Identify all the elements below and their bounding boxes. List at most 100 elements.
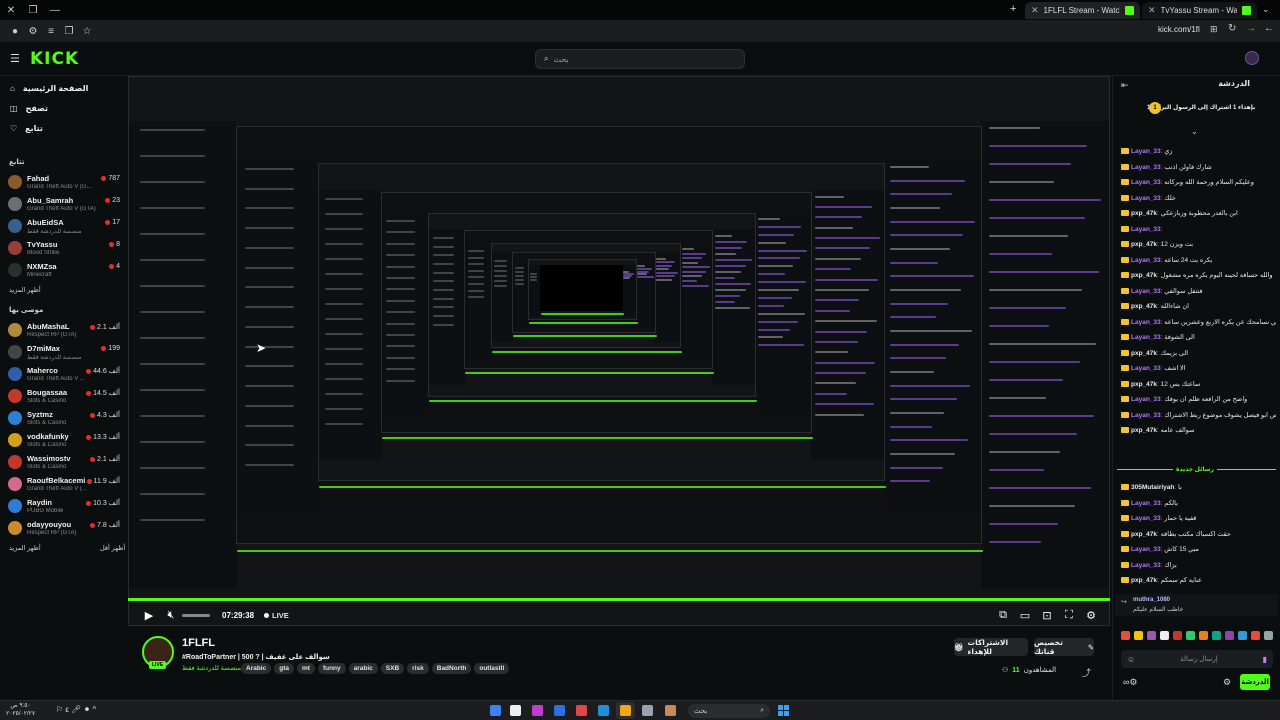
sidebar-item-browse[interactable]: ◫ تصفح — [10, 104, 48, 113]
taskbar-search[interactable]: بحث ⌕ — [688, 704, 770, 718]
play-icon[interactable]: ▶ — [138, 604, 160, 626]
share-icon[interactable]: ⤴ — [1082, 666, 1091, 679]
channel-item[interactable]: odayyouyou Respect RP (GTA) 7.8 ألف — [8, 518, 120, 540]
chat-send-button[interactable]: الدردشة — [1240, 674, 1270, 690]
emoji-icon[interactable]: ☺ — [1127, 655, 1135, 664]
taskbar-app-icon[interactable] — [598, 705, 609, 716]
chat-username[interactable]: 305Mutairiyah — [1131, 484, 1174, 491]
customize-channel-button[interactable]: تخصيص قناتك ✎ — [1034, 638, 1094, 656]
emote-icon[interactable] — [1212, 631, 1221, 640]
chat-username[interactable]: pxp_47k — [1131, 303, 1157, 310]
taskbar-app-icon[interactable] — [642, 705, 653, 716]
mic-icon[interactable]: ▮ — [1263, 655, 1267, 664]
channel-item[interactable]: RaoufBelkacemi Grand Theft Auto V (... 1… — [8, 474, 120, 496]
taskbar-app-icon[interactable] — [620, 705, 631, 716]
stream-tag[interactable]: outlastll — [474, 663, 510, 674]
chat-username[interactable]: Layan_33 — [1131, 562, 1161, 569]
new-tab-icon[interactable]: + — [1010, 3, 1016, 15]
chat-username[interactable]: pxp_47k — [1131, 210, 1157, 217]
extensions-icon[interactable]: ⚙ — [24, 20, 42, 42]
chat-username[interactable]: Layan_33 — [1131, 396, 1161, 403]
tab-menu-icon[interactable]: ⌄ — [1262, 4, 1270, 15]
close-window-icon[interactable]: ✕ — [0, 0, 22, 20]
taskbar-app-icon[interactable] — [576, 705, 587, 716]
chat-username[interactable]: Layan_33 — [1131, 195, 1161, 202]
stream-tag[interactable]: risk — [407, 663, 429, 674]
copy-icon[interactable]: ❐ — [60, 20, 78, 42]
emote-icon[interactable] — [1186, 631, 1195, 640]
channel-item[interactable]: D7miMax منصسة للدردشة فقط 199 — [8, 342, 120, 364]
chat-username[interactable]: pxp_47k — [1131, 577, 1157, 584]
taskbar-app-icon[interactable] — [532, 705, 543, 716]
forward-icon[interactable]: → — [1246, 23, 1256, 34]
expand-pinned-icon[interactable]: ⌄ — [1191, 127, 1198, 136]
chat-username[interactable]: pxp_47k — [1131, 241, 1157, 248]
emote-icon[interactable] — [1147, 631, 1156, 640]
tab-tvyassu[interactable]: ✕ TvYassu Stream - Watch Live on Kick — [1142, 2, 1257, 19]
channel-item[interactable]: TvYassu Blood Strike 8 — [8, 238, 120, 260]
emote-icon[interactable] — [1264, 631, 1273, 640]
emote-icon[interactable] — [1121, 631, 1130, 640]
emote-icon[interactable] — [1134, 631, 1143, 640]
back-icon[interactable]: ← — [1264, 23, 1274, 34]
emote-icon[interactable] — [1251, 631, 1260, 640]
chat-username[interactable]: pxp_47k — [1131, 350, 1157, 357]
chat-settings-icon[interactable]: ⚙ — [1223, 677, 1231, 688]
kick-logo[interactable]: KICK — [30, 49, 79, 69]
volume-icon[interactable]: 🔇︎ — [160, 604, 182, 626]
video-progress-bar[interactable] — [128, 598, 1110, 601]
chat-username[interactable]: Layan_33 — [1131, 365, 1161, 372]
chat-username[interactable]: Layan_33 — [1131, 412, 1161, 419]
sidebar-icon[interactable]: ≡ — [42, 20, 60, 42]
chat-username[interactable]: pxp_47k — [1131, 381, 1157, 388]
channel-item[interactable]: Raydin PUBG Mobile 10.3 ألف — [8, 496, 120, 518]
emote-icon[interactable] — [1238, 631, 1247, 640]
chat-username[interactable]: Layan_33 — [1131, 334, 1161, 341]
stream-category[interactable]: منصسة للدردشة فقط — [182, 664, 241, 672]
show-less-recommended[interactable]: أظهر أقل — [100, 544, 125, 552]
chat-username[interactable]: pxp_47k — [1131, 531, 1157, 538]
chat-username[interactable]: Layan_33 — [1131, 500, 1161, 507]
user-avatar[interactable] — [1245, 51, 1259, 65]
video-player[interactable]: ➤ — [128, 76, 1110, 626]
restore-window-icon[interactable]: ❐ — [22, 0, 44, 20]
theater-icon[interactable]: ▭ — [1014, 604, 1036, 626]
taskbar-app-icon[interactable] — [554, 705, 565, 716]
emote-icon[interactable] — [1225, 631, 1234, 640]
emote-icon[interactable] — [1160, 631, 1169, 640]
chat-users-icon[interactable]: ∞⚙ — [1123, 677, 1137, 688]
settings-icon[interactable]: ⚙ — [1080, 604, 1102, 626]
sidebar-item-following[interactable]: ♡ تتابع — [10, 124, 43, 133]
channel-item[interactable]: AbuMashaL Respect RP (GTA) 2.1 ألف — [8, 320, 120, 342]
taskbar-app-icon[interactable] — [490, 705, 501, 716]
chat-username[interactable]: Layan_33 — [1131, 179, 1161, 186]
chat-username[interactable]: pxp_47k — [1131, 272, 1157, 279]
stream-tag[interactable]: mt — [296, 663, 315, 674]
emote-icon[interactable] — [1199, 631, 1208, 640]
channel-item[interactable]: Maherco Grand Theft Auto V ... 44.6 ألف — [8, 364, 120, 386]
close-tab-icon[interactable]: ✕ — [1148, 5, 1156, 16]
channel-item[interactable]: AbuEidSA منصسة للدردشة فقط 17 — [8, 216, 120, 238]
subscribe-gift-button[interactable]: 🎁︎ الاشتراكات للإهداء — [954, 638, 1028, 656]
stream-tag[interactable]: BadNorth — [431, 663, 472, 674]
sidebar-item-home[interactable]: ⌂ الصفحة الرئيسية — [10, 84, 88, 93]
stream-tag[interactable]: Arabic — [241, 663, 272, 674]
chat-username[interactable]: Layan_33 — [1131, 546, 1161, 553]
show-more-following[interactable]: أظهر المزيد — [9, 286, 41, 294]
chat-username[interactable]: pxp_47k — [1131, 427, 1157, 434]
search-input[interactable]: ⌕ بحث — [535, 49, 745, 69]
close-tab-icon[interactable]: ✕ — [1031, 5, 1039, 16]
stream-tag[interactable]: gta — [274, 663, 294, 674]
stream-tag[interactable]: SXB — [380, 663, 405, 674]
cast-icon[interactable]: ⊡ — [1036, 604, 1058, 626]
taskbar-app-icon[interactable] — [510, 705, 521, 716]
reload-icon[interactable]: ↻ — [1228, 23, 1236, 34]
chat-username[interactable]: Layan_33 — [1131, 515, 1161, 522]
stream-tag[interactable]: arabic — [348, 663, 378, 674]
channel-item[interactable]: Fahad Grand Theft Auto V (G... 787 — [8, 172, 120, 194]
menu-icon[interactable]: ☰ — [10, 52, 20, 65]
taskbar-app-icon[interactable] — [665, 705, 676, 716]
minimize-window-icon[interactable]: — — [44, 0, 66, 20]
chat-username[interactable]: Layan_33 — [1131, 257, 1161, 264]
chat-username[interactable]: Layan_33 — [1131, 319, 1161, 326]
